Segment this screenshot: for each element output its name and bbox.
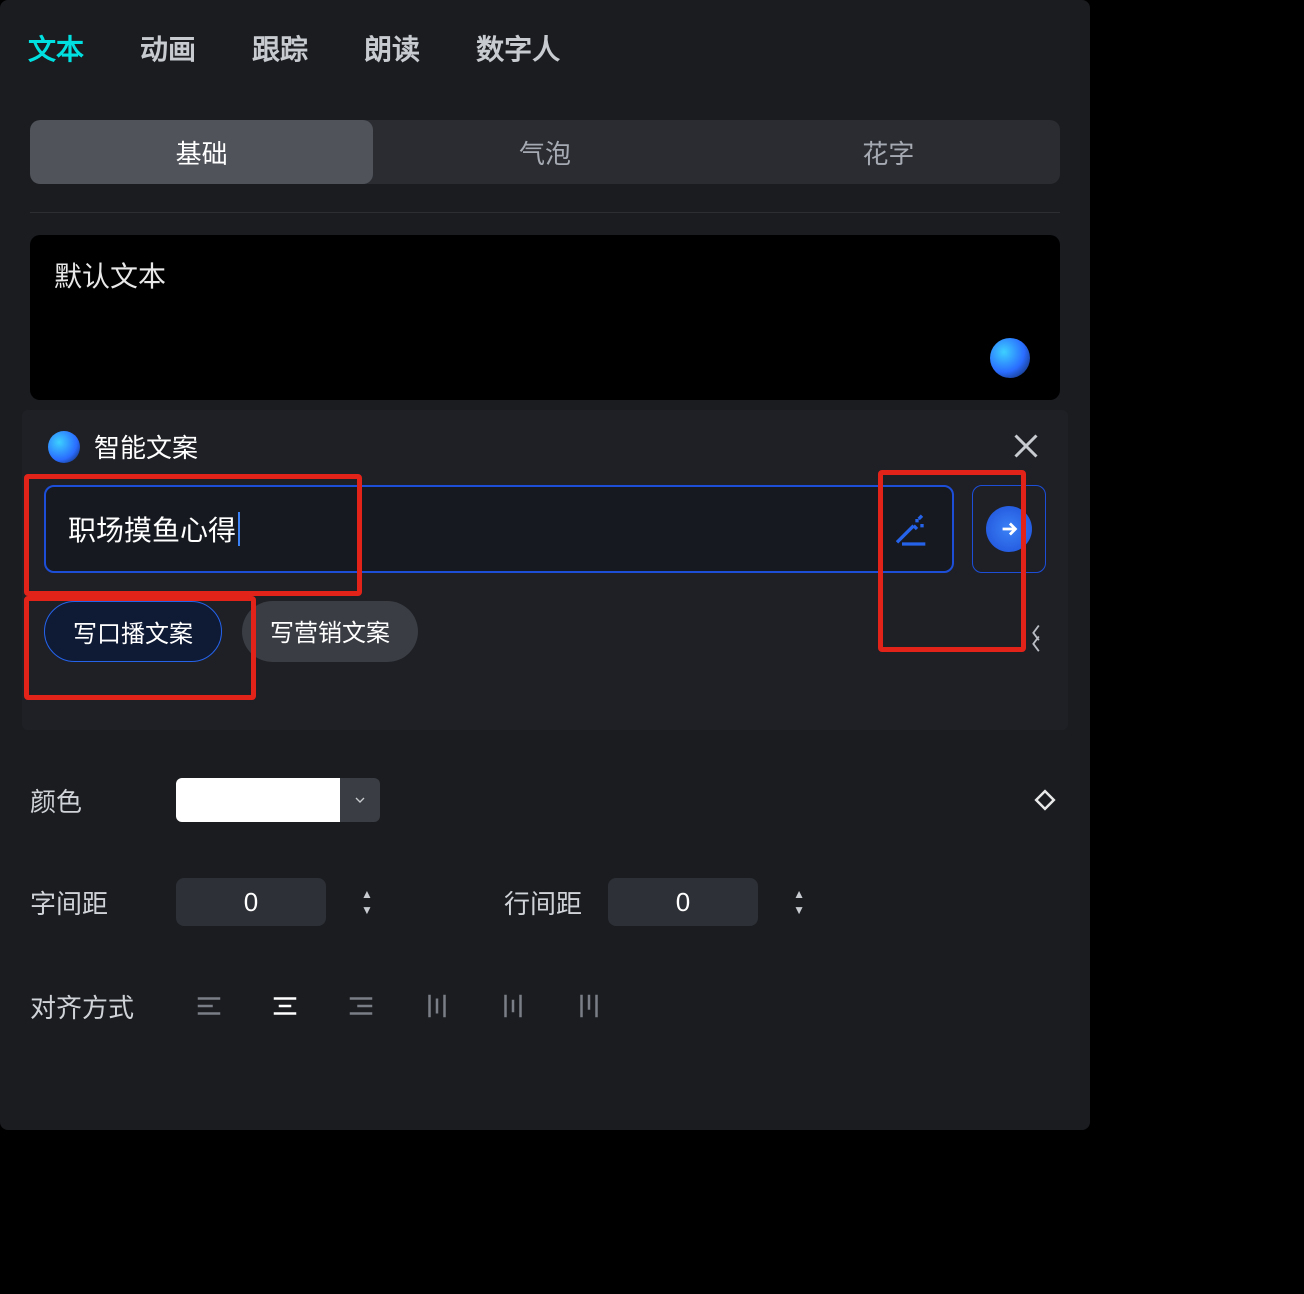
subtab-fancy[interactable]: 花字 — [717, 120, 1060, 184]
submit-button[interactable] — [972, 485, 1046, 573]
line-spacing-spinner[interactable]: ▲ ▼ — [784, 878, 814, 926]
ai-orb-icon[interactable] — [990, 338, 1030, 378]
color-dropdown[interactable] — [340, 778, 380, 822]
chevron-down-icon[interactable]: ▼ — [784, 904, 814, 916]
align-vertical-center-button[interactable] — [480, 982, 546, 1030]
letter-spacing-spinner[interactable]: ▲ ▼ — [352, 878, 382, 926]
prompt-text: 职场摸鱼心得 — [68, 509, 236, 549]
side-handle-icon[interactable] — [1026, 620, 1048, 660]
align-right-icon — [346, 991, 376, 1021]
close-icon — [1008, 428, 1044, 464]
tab-track[interactable]: 跟踪 — [252, 28, 308, 68]
color-swatch[interactable] — [176, 778, 340, 822]
align-left-icon — [194, 991, 224, 1021]
chip-marketing[interactable]: 写营销文案 — [242, 601, 418, 662]
keyframe-diamond-icon[interactable] — [1030, 785, 1060, 815]
text-input-area[interactable]: 默认文本 — [30, 235, 1060, 400]
align-vert-left-icon — [422, 991, 452, 1021]
align-center-icon — [270, 991, 300, 1021]
tab-read[interactable]: 朗读 — [364, 28, 420, 68]
align-center-button[interactable] — [252, 982, 318, 1030]
smart-copy-header: 智能文案 — [44, 428, 1046, 465]
letter-spacing-input[interactable]: 0 — [176, 878, 326, 926]
color-row: 颜色 — [30, 772, 1060, 828]
subtab-basic[interactable]: 基础 — [30, 120, 373, 184]
tab-avatar[interactable]: 数字人 — [476, 28, 560, 68]
align-row: 对齐方式 — [30, 978, 1060, 1034]
magic-wand-icon[interactable] — [892, 509, 932, 549]
close-button[interactable] — [1008, 428, 1044, 464]
line-spacing-input[interactable]: 0 — [608, 878, 758, 926]
tab-text[interactable]: 文本 — [28, 28, 84, 68]
prompt-row: 职场摸鱼心得 — [44, 485, 1046, 573]
prompt-chips: 写口播文案 写营销文案 — [44, 601, 1046, 662]
text-caret — [238, 512, 240, 546]
line-spacing-label: 行间距 — [504, 884, 582, 921]
align-vert-center-icon — [498, 991, 528, 1021]
tab-animation[interactable]: 动画 — [140, 28, 196, 68]
top-tabs: 文本 动画 跟踪 朗读 数字人 — [0, 0, 1090, 92]
text-panel: 文本 动画 跟踪 朗读 数字人 基础 气泡 花字 默认文本 智能文案 职场摸鱼心… — [0, 0, 1090, 1130]
align-right-button[interactable] — [328, 982, 394, 1030]
align-left-button[interactable] — [176, 982, 242, 1030]
smart-copy-title: 智能文案 — [94, 428, 198, 465]
arrow-right-icon — [986, 506, 1032, 552]
divider — [30, 212, 1060, 213]
ai-orb-small-icon — [48, 431, 80, 463]
sub-tabs: 基础 气泡 花字 — [30, 120, 1060, 184]
align-vertical-right-button[interactable] — [556, 982, 622, 1030]
chevron-up-icon[interactable]: ▲ — [352, 888, 382, 900]
smart-copy-panel: 智能文案 职场摸鱼心得 写口播文案 写营销文案 — [22, 410, 1068, 730]
chevron-down-icon — [352, 792, 368, 808]
align-label: 对齐方式 — [30, 988, 150, 1025]
chevron-up-icon[interactable]: ▲ — [784, 888, 814, 900]
prompt-input[interactable]: 职场摸鱼心得 — [44, 485, 954, 573]
spacing-row: 字间距 0 ▲ ▼ 行间距 0 ▲ ▼ — [30, 874, 1060, 930]
subtab-bubble[interactable]: 气泡 — [373, 120, 716, 184]
text-placeholder: 默认文本 — [54, 261, 166, 292]
align-vert-right-icon — [574, 991, 604, 1021]
align-buttons — [176, 982, 622, 1030]
letter-spacing-label: 字间距 — [30, 884, 150, 921]
chevron-down-icon[interactable]: ▼ — [352, 904, 382, 916]
align-vertical-left-button[interactable] — [404, 982, 470, 1030]
chip-broadcast[interactable]: 写口播文案 — [44, 601, 222, 662]
color-label: 颜色 — [30, 782, 150, 819]
